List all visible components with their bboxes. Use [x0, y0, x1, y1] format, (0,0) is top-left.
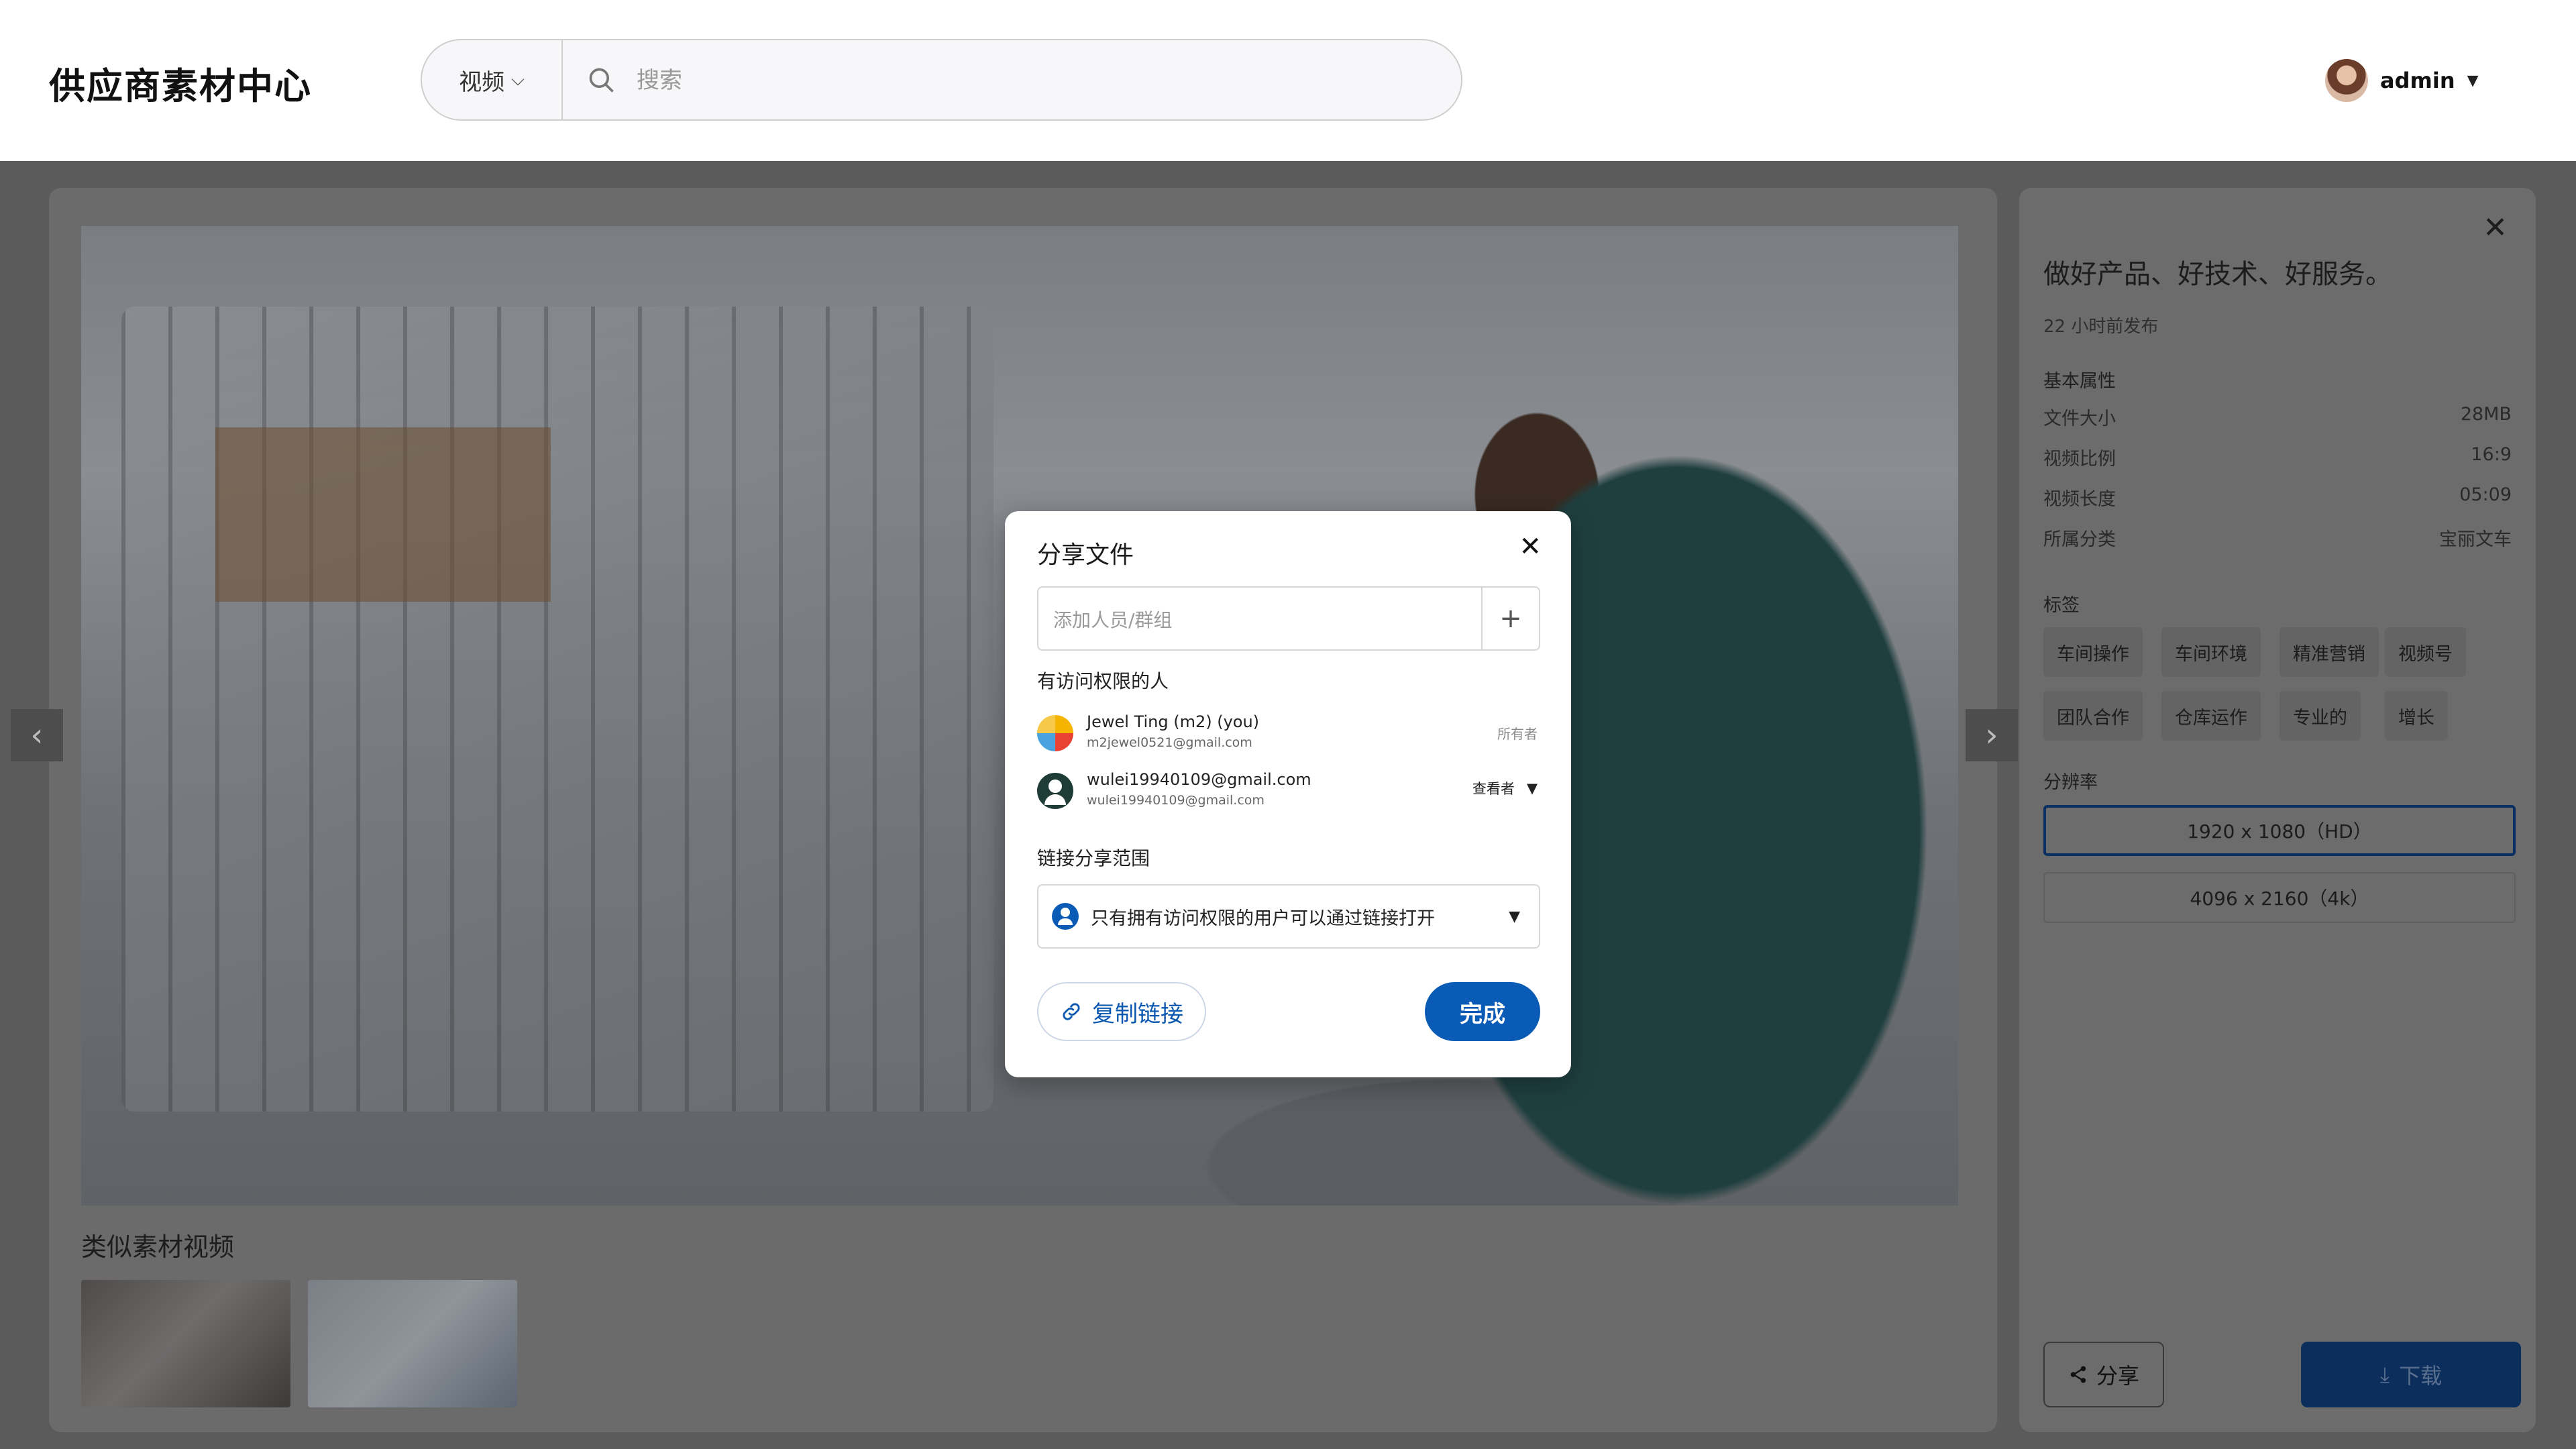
chevron-down-icon: ⌵ — [511, 69, 525, 90]
access-person-row: Jewel Ting (m2) (you) m2jewel0521@gmail.… — [1037, 710, 1540, 757]
search-bar: 视频 ⌵ — [421, 39, 1462, 121]
property-row: 文件大小 28MB — [2043, 404, 2512, 430]
tag-chip[interactable]: 团队合作 — [2043, 691, 2143, 741]
resolution-label: 分辨率 — [2043, 772, 2098, 793]
access-section-label: 有访问权限的人 — [1037, 670, 1169, 692]
caret-down-icon: ▼ — [1526, 780, 1538, 796]
person-email: m2jewel0521@gmail.com — [1087, 735, 1252, 750]
tags-label: 标签 — [2043, 595, 2080, 616]
access-person-row: wulei19940109@gmail.com wulei19940109@gm… — [1037, 767, 1540, 814]
person-role: 查看者 — [1472, 781, 1515, 797]
dialog-title: 分享文件 — [1037, 541, 1134, 569]
avatar — [2325, 59, 2368, 102]
close-icon[interactable]: ✕ — [1519, 531, 1542, 562]
property-value: 28MB — [2460, 404, 2512, 425]
close-icon[interactable]: ✕ — [2483, 211, 2508, 245]
tag-chip[interactable]: 专业的 — [2279, 691, 2361, 741]
property-label: 所属分类 — [2043, 529, 2116, 550]
basic-properties-label: 基本属性 — [2043, 371, 2116, 392]
avatar — [1037, 715, 1073, 751]
panel-title: 做好产品、好技术、好服务。 — [2043, 259, 2392, 290]
resolution-option-4k[interactable]: 4096 x 2160（4k） — [2043, 872, 2516, 923]
person-name: Jewel Ting (m2) (you) — [1087, 712, 1260, 731]
tag-chip[interactable]: 增长 — [2385, 691, 2448, 741]
tag-chip[interactable]: 仓库运作 — [2161, 691, 2261, 741]
tag-chip[interactable]: 精准营销 — [2279, 627, 2379, 677]
search-icon — [589, 68, 614, 93]
top-header: 供应商素材中心 视频 ⌵ admin ▼ — [0, 0, 2576, 161]
download-icon: ⤓ — [2379, 1361, 2390, 1387]
share-dialog: 分享文件 ✕ + 有访问权限的人 Jewel Ting (m2) (you) m… — [1005, 511, 1571, 1077]
add-people-input[interactable] — [1052, 600, 1470, 640]
copy-link-label: 复制链接 — [1092, 1000, 1183, 1028]
share-button[interactable]: 分享 — [2043, 1342, 2164, 1407]
download-label: 下载 — [2399, 1363, 2443, 1389]
share-label: 分享 — [2096, 1363, 2139, 1389]
user-avatar-icon — [1037, 773, 1073, 809]
caret-down-icon: ▼ — [1509, 908, 1520, 925]
property-value: 宝丽文车 — [2439, 529, 2512, 550]
chevron-left-icon[interactable]: ‹ — [11, 709, 63, 761]
add-people-field: + — [1037, 586, 1540, 651]
link-scope-label: 链接分享范围 — [1037, 847, 1150, 869]
property-row: 所属分类 宝丽文车 — [2043, 525, 2512, 551]
similar-videos-title: 类似素材视频 — [81, 1232, 235, 1262]
user-icon — [1052, 903, 1079, 930]
person-role: 所有者 — [1497, 726, 1538, 742]
tag-chip[interactable]: 车间操作 — [2043, 627, 2143, 677]
property-row: 视频长度 05:09 — [2043, 484, 2512, 511]
copy-link-button[interactable]: 复制链接 — [1037, 982, 1206, 1041]
caret-down-icon: ▼ — [2467, 72, 2479, 89]
similar-video-thumbnail[interactable] — [81, 1280, 290, 1407]
download-button[interactable]: ⤓ 下载 — [2301, 1342, 2521, 1407]
tag-chip[interactable]: 车间环境 — [2161, 627, 2261, 677]
property-value: 05:09 — [2459, 484, 2512, 505]
publish-time: 22 小时前发布 — [2043, 317, 2159, 337]
property-label: 视频比例 — [2043, 449, 2116, 470]
property-row: 视频比例 16:9 — [2043, 444, 2512, 470]
resolution-option-hd[interactable]: 1920 x 1080（HD） — [2043, 805, 2516, 856]
app-title: 供应商素材中心 — [49, 65, 312, 107]
link-scope-value: 只有拥有访问权限的用户可以通过链接打开 — [1091, 908, 1435, 929]
property-value: 16:9 — [2471, 444, 2512, 465]
search-type-dropdown[interactable]: 视频 ⌵ — [422, 40, 563, 119]
user-menu[interactable]: admin ▼ — [2325, 59, 2479, 102]
chevron-right-icon[interactable]: › — [1966, 709, 2018, 761]
add-icon[interactable]: + — [1481, 588, 1539, 649]
tag-chip[interactable]: 视频号 — [2385, 627, 2466, 677]
person-name: wulei19940109@gmail.com — [1087, 770, 1311, 789]
done-button[interactable]: 完成 — [1425, 982, 1540, 1041]
search-input[interactable] — [635, 54, 1430, 107]
user-name: admin — [2380, 68, 2455, 93]
detail-panel: ✕ 做好产品、好技术、好服务。 22 小时前发布 基本属性 文件大小 28MB … — [2019, 188, 2536, 1432]
property-label: 文件大小 — [2043, 409, 2116, 429]
link-icon — [1063, 1003, 1080, 1020]
similar-video-thumbnail[interactable] — [308, 1280, 517, 1407]
person-email: wulei19940109@gmail.com — [1087, 793, 1265, 808]
link-scope-dropdown[interactable]: 只有拥有访问权限的用户可以通过链接打开 ▼ — [1037, 884, 1540, 949]
search-type-label: 视频 — [459, 68, 505, 96]
property-label: 视频长度 — [2043, 489, 2116, 510]
role-dropdown[interactable]: 查看者 ▼ — [1472, 778, 1538, 798]
share-icon — [2070, 1366, 2086, 1383]
